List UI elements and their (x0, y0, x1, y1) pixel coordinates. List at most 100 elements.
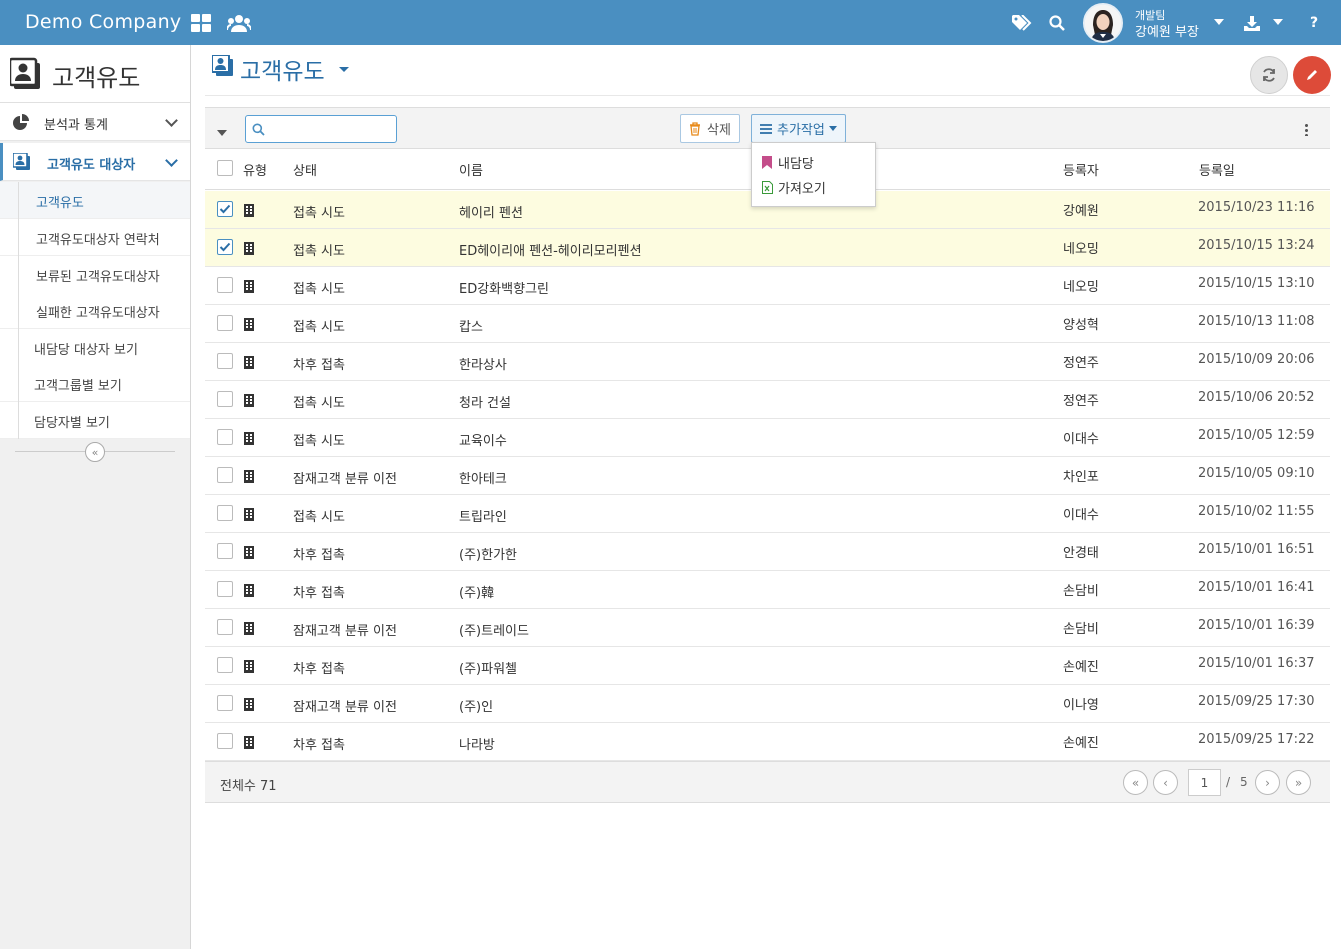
sidebar-item-label: 고객그룹별 보기 (34, 379, 122, 394)
row-checkbox[interactable] (217, 391, 233, 407)
search-icon[interactable] (1046, 12, 1068, 34)
table-row[interactable]: 접촉 시도 ED강화백향그린 네오밍 2015/10/15 13:10 (205, 267, 1330, 305)
sidebar-item-held-leads[interactable]: 보류된 고객유도대상자 (0, 256, 190, 293)
avatar[interactable] (1083, 0, 1123, 45)
download-icon[interactable] (1241, 12, 1263, 34)
sidebar-item-label: 고객유도대상자 연락처 (36, 233, 160, 248)
row-name[interactable]: ED헤이리애 펜션-헤이리모리펜션 (459, 240, 642, 259)
next-page-button[interactable]: › (1255, 770, 1280, 795)
row-registrant: 네오밍 (1063, 280, 1099, 295)
row-checkbox[interactable] (217, 201, 233, 217)
prev-page-button[interactable]: ‹ (1153, 770, 1178, 795)
row-checkbox[interactable] (217, 657, 233, 673)
table-row[interactable]: 차후 접촉 (주)파워첼 손예진 2015/10/01 16:37 (205, 647, 1330, 685)
column-header-status[interactable]: 상태 (293, 160, 317, 179)
sidebar-item-leads[interactable]: 고객유도 (0, 182, 190, 219)
row-name[interactable]: 한라상사 (459, 354, 507, 373)
sidebar-item-lead-contacts[interactable]: 고객유도대상자 연락처 (0, 219, 190, 256)
table-row[interactable]: 잠재고객 분류 이전 (주)트레이드 손담비 2015/10/01 16:39 (205, 609, 1330, 647)
user-name[interactable]: 강예원 부장 (1135, 21, 1199, 40)
download-menu-caret-icon[interactable] (1273, 19, 1283, 25)
page-title[interactable]: 고객유도 (240, 52, 325, 86)
table-row[interactable]: 접촉 시도 ED헤이리애 펜션-헤이리모리펜션 네오밍 2015/10/15 13:2… (205, 229, 1330, 267)
first-page-button[interactable]: « (1123, 770, 1148, 795)
caret-down-icon[interactable] (217, 130, 227, 136)
sidebar-item-by-group[interactable]: 고객그룹별 보기 (0, 365, 190, 402)
sidebar-item-by-owner[interactable]: 담당자별 보기 (0, 402, 190, 439)
sidebar-item-my-leads[interactable]: 내담당 대상자 보기 (0, 329, 190, 366)
table-row[interactable]: 차후 접촉 나라방 손예진 2015/09/25 17:22 (205, 723, 1330, 761)
contacts-icon (8, 57, 44, 95)
caret-down-icon[interactable] (339, 67, 349, 72)
row-checkbox[interactable] (217, 467, 233, 483)
table-row[interactable]: 잠재고객 분류 이전 (주)인 이나영 2015/09/25 17:30 (205, 685, 1330, 723)
table-row[interactable]: 차후 접촉 (주)한가한 안경태 2015/10/01 16:51 (205, 533, 1330, 571)
select-all-checkbox[interactable] (217, 160, 233, 176)
table-row[interactable]: 접촉 시도 캅스 양성혁 2015/10/13 11:08 (205, 305, 1330, 343)
row-checkbox[interactable] (217, 353, 233, 369)
row-name[interactable]: (주)인 (459, 696, 493, 715)
sidebar-group-label: 분석과 통계 (44, 118, 108, 133)
row-checkbox[interactable] (217, 505, 233, 521)
row-status: 잠재고객 분류 이전 (293, 624, 397, 639)
row-checkbox[interactable] (217, 733, 233, 749)
row-name[interactable]: (주)한가한 (459, 544, 517, 563)
more-actions-button[interactable]: 추가작업 (751, 114, 846, 143)
row-date: 2015/10/01 16:39 (1198, 618, 1315, 633)
row-status: 접촉 시도 (293, 282, 345, 297)
building-icon (244, 204, 254, 217)
page-number-input[interactable]: 1 (1188, 769, 1221, 796)
collapse-sidebar-button[interactable]: « (85, 442, 105, 462)
row-checkbox[interactable] (217, 695, 233, 711)
row-name[interactable]: 트립라인 (459, 506, 507, 525)
sidebar-group-analytics[interactable]: 분석과 통계 (0, 103, 190, 141)
row-name[interactable]: 헤이리 펜션 (459, 202, 523, 221)
row-checkbox[interactable] (217, 239, 233, 255)
menu-item-mine[interactable]: 내담당 (762, 152, 814, 172)
table-row[interactable]: 차후 접촉 한라상사 정연주 2015/10/09 20:06 (205, 343, 1330, 381)
row-checkbox[interactable] (217, 581, 233, 597)
table-row[interactable]: 접촉 시도 트립라인 이대수 2015/10/02 11:55 (205, 495, 1330, 533)
help-icon[interactable]: ? (1303, 12, 1325, 34)
sidebar-group-leads[interactable]: 고객유도 대상자 (0, 143, 190, 181)
sidebar-item-failed-leads[interactable]: 실패한 고객유도대상자 (0, 292, 190, 329)
sidebar-item-label: 실패한 고객유도대상자 (36, 306, 160, 321)
row-name[interactable]: 한아테크 (459, 468, 507, 487)
delete-button[interactable]: 삭제 (680, 114, 740, 143)
row-registrant: 안경태 (1063, 546, 1099, 561)
row-checkbox[interactable] (217, 429, 233, 445)
row-name[interactable]: 교육이수 (459, 430, 507, 449)
row-name[interactable]: (주)트레이드 (459, 620, 529, 639)
column-header-name[interactable]: 이름 (459, 160, 483, 179)
row-name[interactable]: (주)파워첼 (459, 658, 517, 677)
table-row[interactable]: 잠재고객 분류 이전 한아테크 차인포 2015/10/05 09:10 (205, 457, 1330, 495)
brand-name[interactable]: Demo Company (25, 11, 181, 33)
row-checkbox[interactable] (217, 315, 233, 331)
table-row[interactable]: 접촉 시도 교육이수 이대수 2015/10/05 12:59 (205, 419, 1330, 457)
column-header-registrant[interactable]: 등록자 (1063, 160, 1099, 179)
row-name[interactable]: (주)韓 (459, 582, 494, 601)
row-checkbox[interactable] (217, 543, 233, 559)
table-row[interactable]: 차후 접촉 (주)韓 손담비 2015/10/01 16:41 (205, 571, 1330, 609)
column-header-date[interactable]: 등록일 (1199, 160, 1235, 179)
row-name[interactable]: 나라방 (459, 734, 495, 753)
edit-button[interactable] (1293, 56, 1331, 94)
user-menu-caret-icon[interactable] (1214, 19, 1224, 25)
row-name[interactable]: ED강화백향그린 (459, 278, 549, 297)
row-name[interactable]: 캅스 (459, 316, 483, 335)
column-header-type[interactable]: 유형 (243, 160, 267, 179)
row-name[interactable]: 청라 건설 (459, 392, 511, 411)
row-checkbox[interactable] (217, 619, 233, 635)
search-input[interactable] (245, 115, 397, 143)
kebab-icon[interactable] (1305, 123, 1308, 136)
menu-item-import[interactable]: 가져오기 (762, 177, 826, 197)
sidebar-item-label: 보류된 고객유도대상자 (36, 270, 160, 285)
table-row[interactable]: 접촉 시도 청라 건설 정연주 2015/10/06 20:52 (205, 381, 1330, 419)
row-checkbox[interactable] (217, 277, 233, 293)
row-status: 접촉 시도 (293, 244, 345, 259)
tags-icon[interactable] (1011, 12, 1033, 34)
users-icon[interactable] (226, 12, 252, 34)
refresh-button[interactable] (1250, 56, 1288, 94)
last-page-button[interactable]: » (1286, 770, 1311, 795)
apps-grid-icon[interactable] (190, 12, 212, 34)
